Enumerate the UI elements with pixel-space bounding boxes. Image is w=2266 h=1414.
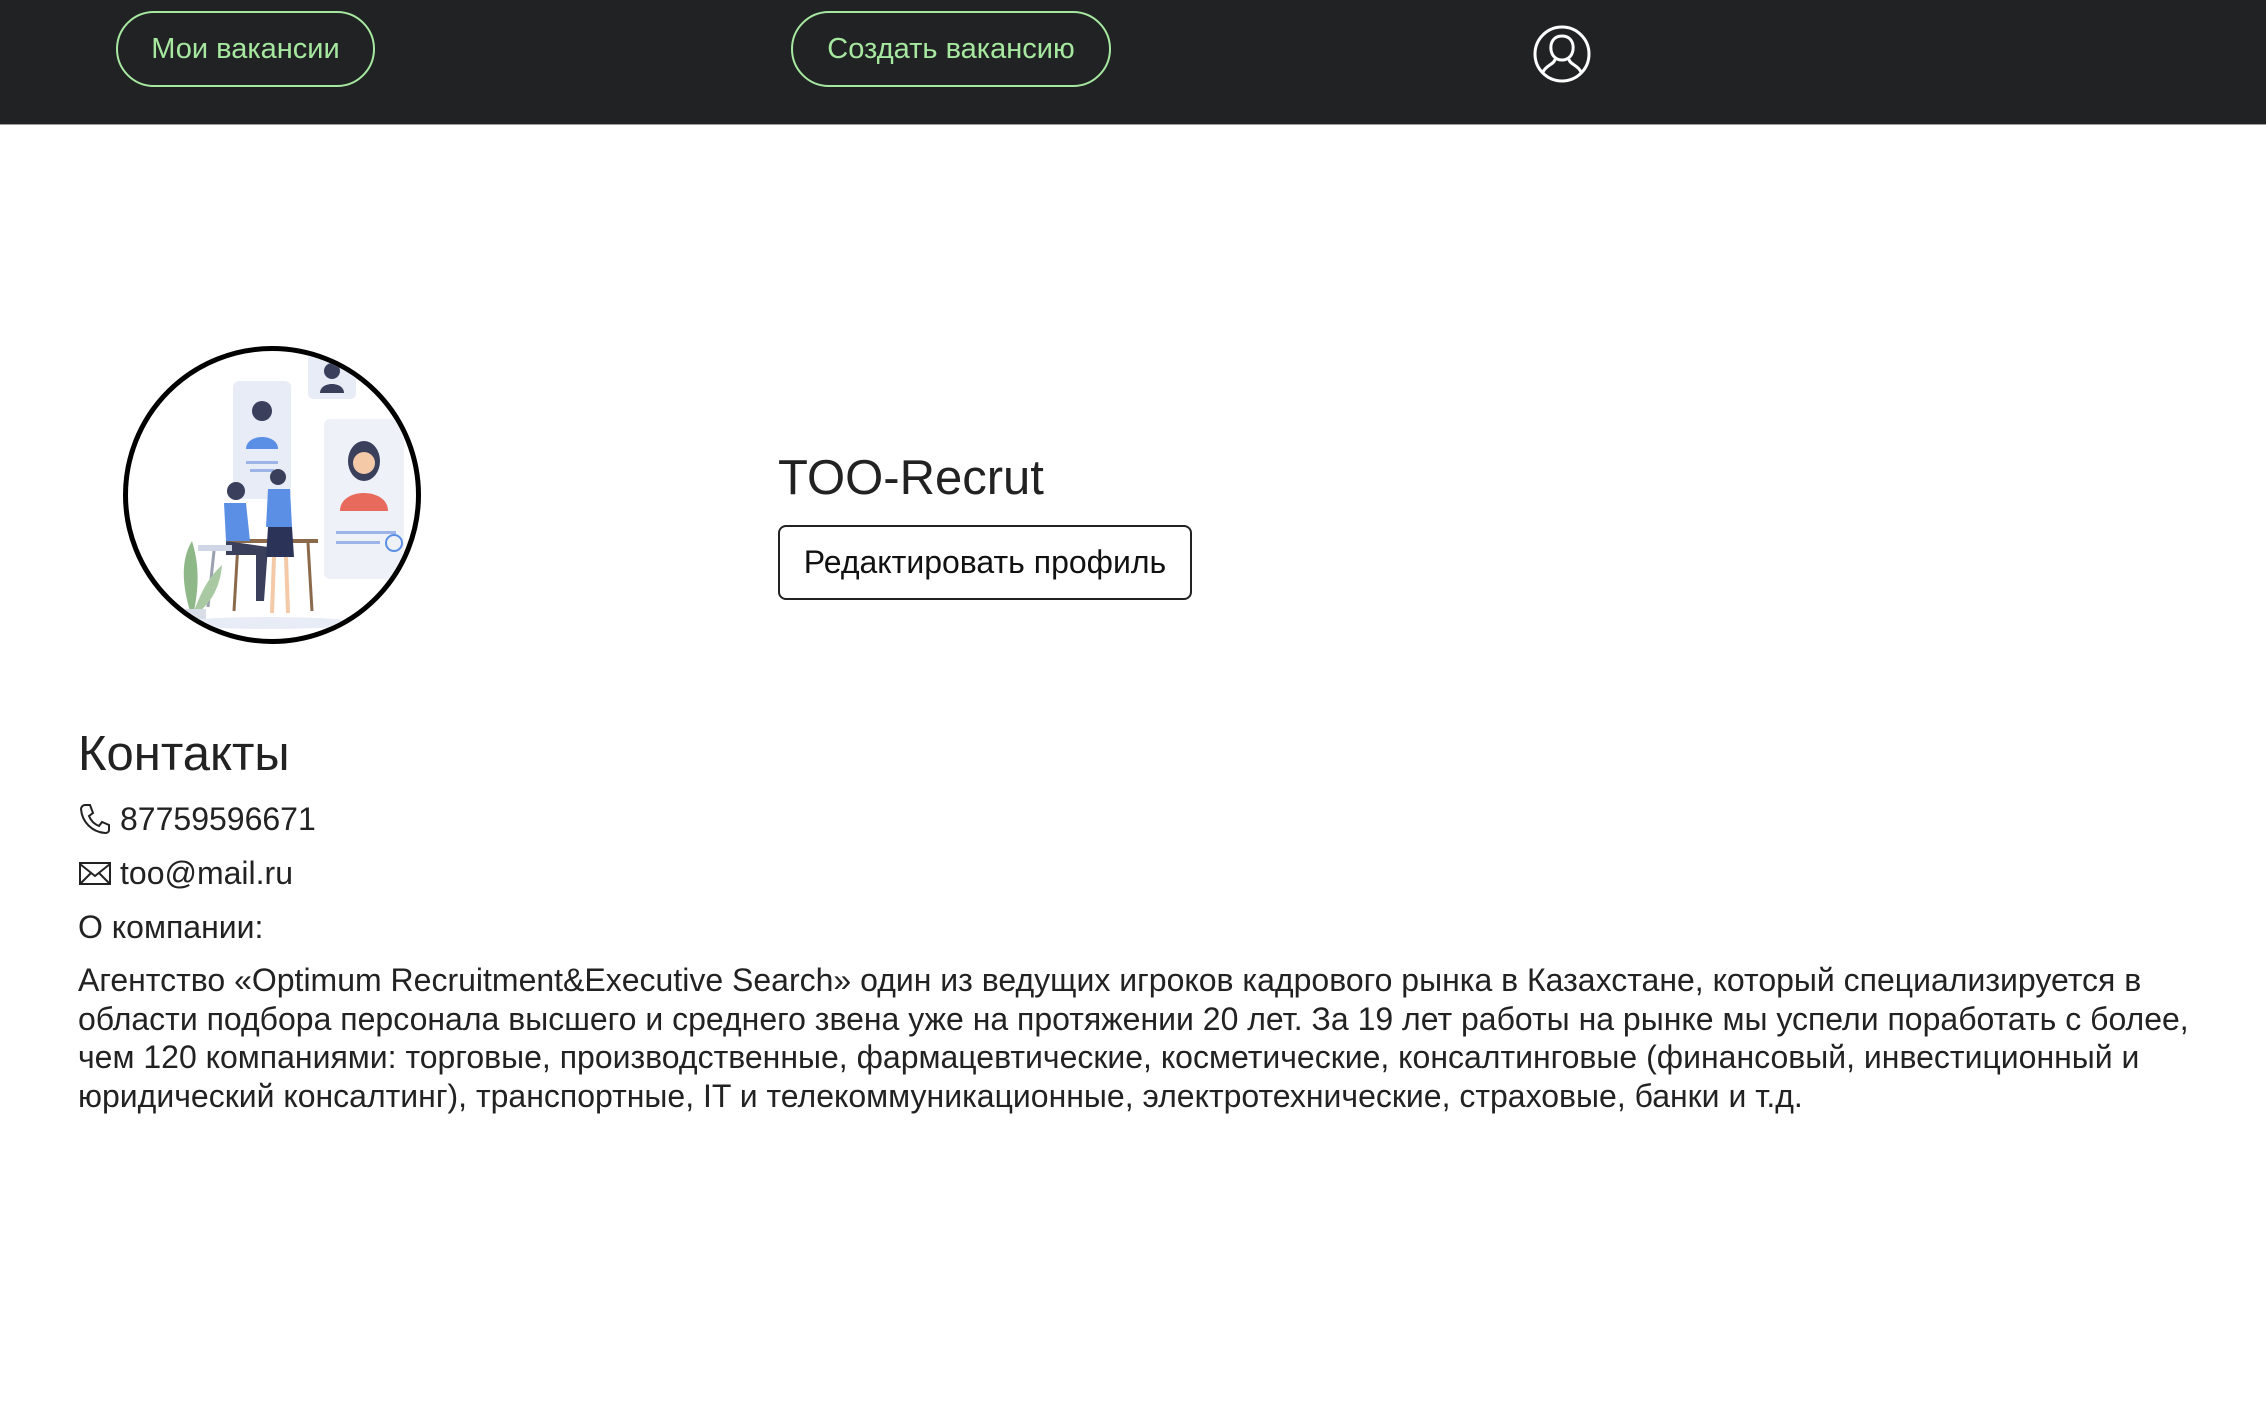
phone-contact: 87759596671 <box>78 799 316 839</box>
top-navigation-bar: Мои вакансии Создать вакансию <box>0 0 2266 125</box>
create-vacancy-button[interactable]: Создать вакансию <box>791 11 1111 87</box>
company-avatar <box>123 346 421 644</box>
about-company-text: Агентство «Optimum Recruitment&Executive… <box>78 962 2189 1114</box>
company-name: TOO-Recrut <box>778 451 1044 505</box>
recruitment-illustration <box>178 351 404 629</box>
email-address: too@mail.ru <box>120 855 293 891</box>
email-contact: too@mail.ru <box>78 853 293 893</box>
user-profile-icon[interactable] <box>1532 24 1592 84</box>
contacts-heading: Контакты <box>78 727 290 781</box>
envelope-icon <box>79 862 111 885</box>
phone-number: 87759596671 <box>120 801 316 837</box>
about-company-label: О компании: <box>78 909 264 945</box>
phone-icon <box>79 804 110 835</box>
my-vacancies-button[interactable]: Мои вакансии <box>116 11 375 87</box>
edit-profile-button[interactable]: Редактировать профиль <box>778 525 1192 600</box>
